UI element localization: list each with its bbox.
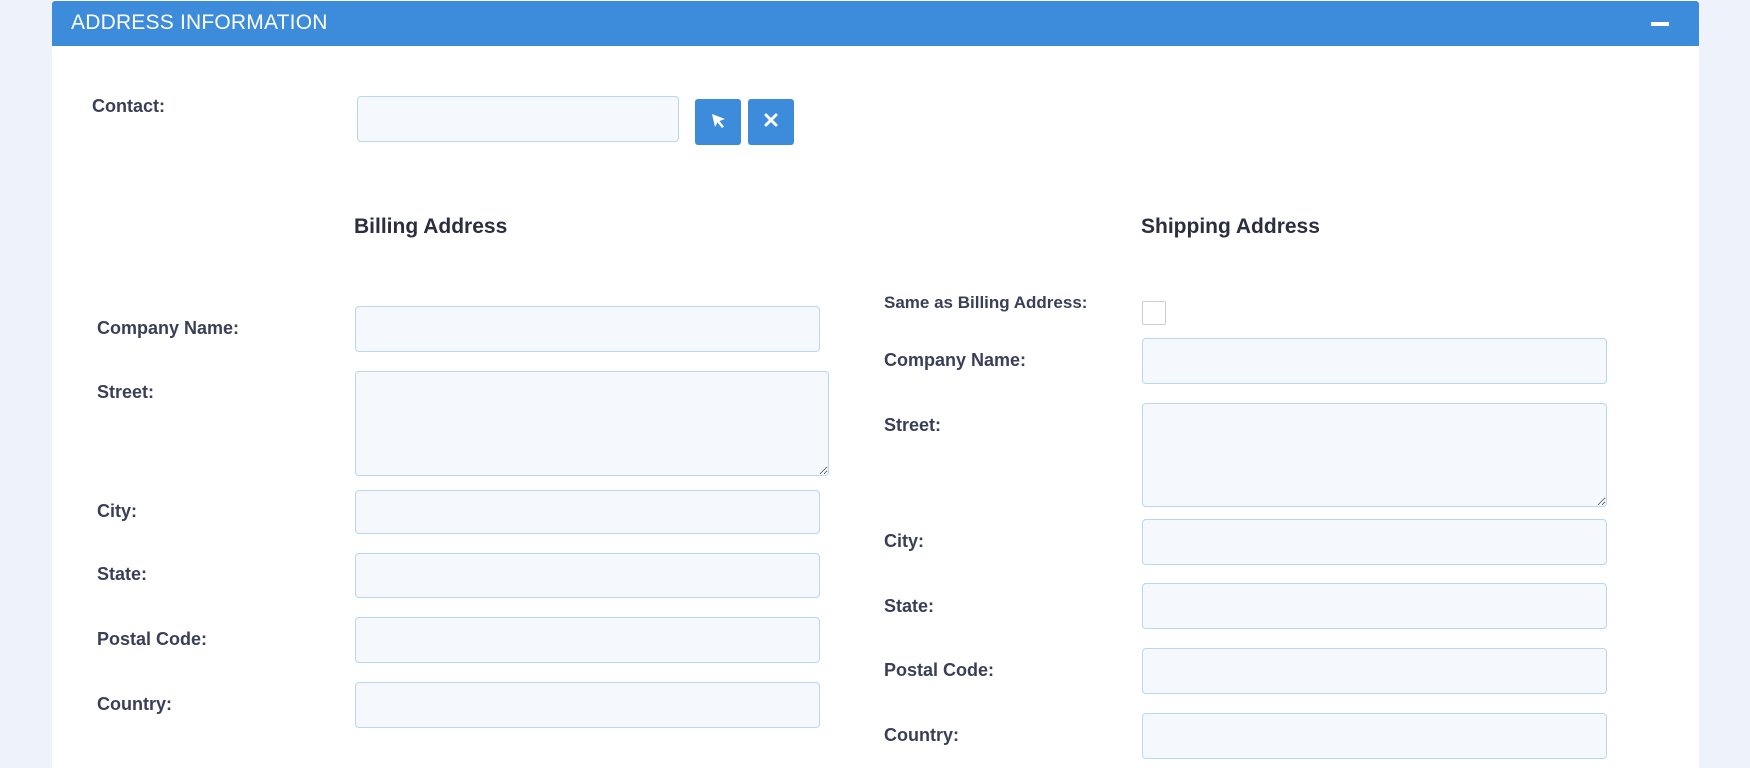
- billing-street-textarea[interactable]: [355, 371, 829, 476]
- billing-state-input[interactable]: [355, 553, 820, 598]
- billing-company-label: Company Name:: [97, 318, 240, 338]
- panel-header: ADDRESS INFORMATION: [52, 1, 1699, 46]
- billing-country-label: Country:: [97, 694, 172, 714]
- same-as-billing-checkbox[interactable]: [1142, 301, 1166, 325]
- billing-city-label: City:: [97, 501, 137, 521]
- select-contact-button[interactable]: [695, 99, 741, 145]
- shipping-heading: Shipping Address: [1141, 215, 1320, 238]
- billing-postal-label: Postal Code:: [97, 629, 208, 649]
- billing-postal-input[interactable]: [355, 617, 820, 663]
- panel-title: ADDRESS INFORMATION: [71, 11, 328, 34]
- shipping-city-label: City:: [884, 531, 924, 551]
- shipping-city-input[interactable]: [1142, 519, 1607, 565]
- same-as-billing-label: Same as Billing Address:: [884, 293, 1088, 312]
- billing-state-label: State:: [97, 564, 148, 584]
- billing-street-label: Street:: [97, 382, 155, 402]
- billing-country-input[interactable]: [355, 682, 820, 728]
- close-icon: [763, 112, 779, 133]
- contact-input[interactable]: [357, 96, 679, 142]
- shipping-company-label: Company Name:: [884, 350, 1027, 370]
- minus-icon[interactable]: [1651, 22, 1669, 26]
- shipping-country-label: Country:: [884, 725, 959, 745]
- shipping-state-input[interactable]: [1142, 583, 1607, 629]
- clear-contact-button[interactable]: [748, 99, 794, 145]
- contact-label: Contact:: [92, 96, 165, 116]
- billing-heading: Billing Address: [354, 215, 508, 238]
- shipping-street-label: Street:: [884, 415, 942, 435]
- shipping-company-input[interactable]: [1142, 338, 1607, 384]
- shipping-country-input[interactable]: [1142, 713, 1607, 759]
- address-information-panel: ADDRESS INFORMATION Contact: Billing Add…: [52, 0, 1699, 768]
- billing-city-input[interactable]: [355, 490, 820, 534]
- shipping-state-label: State:: [884, 596, 935, 616]
- cursor-arrow-icon: [707, 109, 729, 136]
- shipping-postal-input[interactable]: [1142, 648, 1607, 694]
- shipping-street-textarea[interactable]: [1142, 403, 1607, 507]
- billing-company-input[interactable]: [355, 306, 820, 352]
- shipping-postal-label: Postal Code:: [884, 660, 995, 680]
